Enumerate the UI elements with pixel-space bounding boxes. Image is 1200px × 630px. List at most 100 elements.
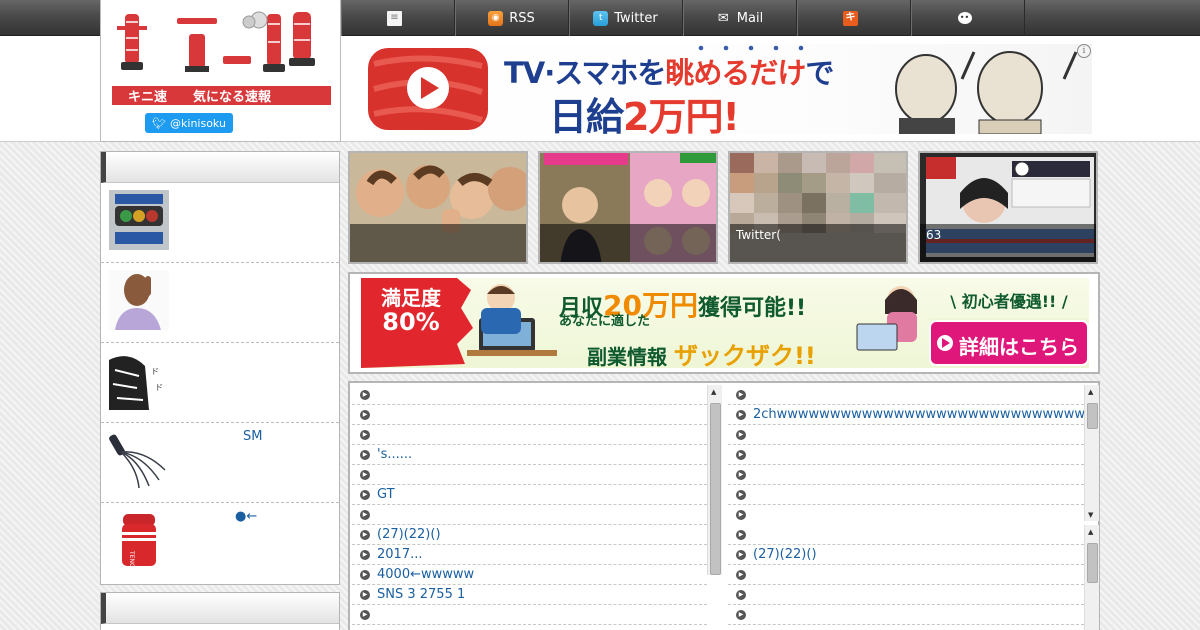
header-ad-banner[interactable]: TV·スマホを眺めるだけで 日給2万円! bbox=[364, 44, 1092, 134]
scroll-up-icon[interactable]: ▲ bbox=[1088, 388, 1093, 396]
list-item[interactable]: ▶ bbox=[728, 605, 1084, 625]
right-top-list-scrollbar[interactable]: ▲ ▼ bbox=[1084, 385, 1099, 521]
featured-tile-2[interactable] bbox=[538, 151, 718, 264]
list-item[interactable]: ▶ bbox=[728, 585, 1084, 605]
list-item[interactable]: ▶ bbox=[352, 385, 707, 405]
article-list-right-top[interactable]: ▶ ▶ 2chwwwwwwwwwwwwwwwwwwwwwwwwwwwwwwwwwww… bbox=[728, 385, 1084, 521]
featured-tile-3[interactable]: Twitter( bbox=[728, 151, 908, 264]
sidebar-item-3[interactable]: ド ド bbox=[101, 343, 339, 423]
twitter-handle: @kinisoku bbox=[170, 116, 226, 130]
list-item[interactable]: ▶ bbox=[728, 505, 1084, 521]
left-list-scrollbar[interactable]: ▲ bbox=[707, 385, 722, 575]
banner-cta-button[interactable]: 詳細はこちら bbox=[959, 331, 1079, 360]
banner-beginners: \ 初心者優遇!! / bbox=[950, 292, 1068, 311]
list-item[interactable]: ▶ bbox=[728, 385, 1084, 405]
list-item[interactable]: ▶ bbox=[352, 605, 707, 625]
featured-tile-4[interactable]: 63 bbox=[918, 151, 1098, 264]
sidebar-thumb-whip bbox=[109, 430, 169, 490]
featured-tile-1[interactable] bbox=[348, 151, 528, 264]
scrollbar-thumb[interactable] bbox=[1087, 543, 1098, 583]
scroll-up-icon[interactable]: ▲ bbox=[711, 388, 716, 396]
list-item[interactable]: ▶ SNS 3 2755 1 bbox=[352, 585, 707, 605]
nav-item-face[interactable]: •• bbox=[911, 0, 1025, 36]
ad-info-icon[interactable]: i bbox=[1077, 44, 1091, 58]
article-list-right-bottom[interactable]: ▶ ▶ (27)(22)() ▶ ▶ ▶ ▶ bbox=[728, 525, 1084, 630]
nav-item-twitter[interactable]: t Twitter bbox=[569, 0, 683, 36]
arrow-bullet-icon: ▶ bbox=[360, 569, 370, 580]
list-item[interactable]: ▶ 2chwwwwwwwwwwwwwwwwwwwwwwwwwwwwwwwwwwww… bbox=[728, 405, 1084, 425]
article-lists: ▶ ▶ ▶ ▶ 's...... ▶ ▶ GT ▶ ▶ (27)(22)() ▶ 2017... ▶ 400… bbox=[348, 381, 1100, 630]
right-bottom-list-scrollbar[interactable]: ▲ bbox=[1084, 525, 1099, 630]
list-item-link[interactable]: GT bbox=[377, 487, 395, 502]
list-item[interactable]: ▶ bbox=[728, 465, 1084, 485]
arrow-bullet-icon: ▶ bbox=[360, 509, 370, 520]
list-item[interactable]: ▶ 2017... bbox=[352, 545, 707, 565]
list-item[interactable]: ▶ bbox=[728, 445, 1084, 465]
mail-icon: ✉ bbox=[717, 10, 729, 26]
list-item[interactable]: ▶ bbox=[728, 485, 1084, 505]
sidebar-item-5[interactable]: TENGA ●← bbox=[101, 503, 339, 583]
sidebar-ranking-panel: ド ド SM TENGA ●← bbox=[100, 151, 340, 585]
list-item[interactable]: ▶ bbox=[728, 565, 1084, 585]
sidebar-panel-header bbox=[101, 152, 339, 183]
nav-item-document[interactable]: ≡ bbox=[341, 0, 455, 36]
list-item-link[interactable]: SNS 3 2755 1 bbox=[377, 587, 465, 602]
list-item[interactable]: ▶ (27)(22)() bbox=[728, 545, 1084, 565]
list-item[interactable]: ▶ bbox=[352, 625, 707, 630]
sidebar-item-4[interactable]: SM bbox=[101, 423, 339, 503]
list-item[interactable]: ▶ (27)(22)() bbox=[352, 525, 707, 545]
list-item[interactable]: ▶ bbox=[352, 465, 707, 485]
list-item-link[interactable]: 's...... bbox=[377, 447, 412, 462]
scroll-down-icon[interactable]: ▼ bbox=[1088, 511, 1093, 519]
scroll-up-icon[interactable]: ▲ bbox=[1088, 528, 1093, 536]
list-item[interactable]: ▶ bbox=[728, 425, 1084, 445]
list-item[interactable]: ▶ 4000←wwwww bbox=[352, 565, 707, 585]
rss-icon: ◉ bbox=[488, 10, 504, 26]
list-item[interactable]: ▶ 's...... bbox=[352, 445, 707, 465]
list-item[interactable]: ▶ GT bbox=[352, 485, 707, 505]
sidebar-second-panel bbox=[100, 592, 340, 630]
sidebar-item-text[interactable]: ●← bbox=[235, 509, 257, 524]
nav-item-label: Twitter bbox=[614, 10, 658, 26]
sidebar-thumb-traffic-signal bbox=[109, 190, 169, 250]
arrow-bullet-icon: ▶ bbox=[360, 389, 370, 400]
list-item-link[interactable]: (27)(22)() bbox=[753, 547, 817, 562]
side-job-banner-ad[interactable]: 満足度 80% 月収20万円獲得可能!! あなたに適した 副業情報 ザックザク!… bbox=[361, 278, 1089, 368]
sidebar-item-1[interactable] bbox=[101, 183, 339, 263]
sidebar-item-text[interactable]: SM bbox=[243, 429, 262, 444]
arrow-bullet-icon: ▶ bbox=[360, 469, 370, 480]
logo-site-name: キニ速 bbox=[128, 90, 168, 105]
featured-tile-caption: 63 bbox=[920, 224, 1096, 262]
sidebar-thumb-cup: TENGA bbox=[109, 510, 169, 570]
arrow-bullet-icon: ▶ bbox=[736, 569, 746, 580]
list-item-link[interactable]: (27)(22)() bbox=[377, 527, 441, 542]
whip-image bbox=[109, 430, 169, 490]
sidebar-item-2[interactable] bbox=[101, 263, 339, 343]
list-item-link[interactable]: 2chwwwwwwwwwwwwwwwwwwwwwwwwwwwwwwwwwwwww… bbox=[753, 407, 1084, 422]
arrow-bullet-icon: ▶ bbox=[360, 429, 370, 440]
arrow-bullet-icon: ▶ bbox=[736, 389, 746, 400]
arrow-bullet-icon: ▶ bbox=[736, 529, 746, 540]
arrow-bullet-icon: ▶ bbox=[736, 489, 746, 500]
list-item-link[interactable]: 4000←wwwww bbox=[377, 567, 474, 582]
article-list-left[interactable]: ▶ ▶ ▶ ▶ 's...... ▶ ▶ GT ▶ ▶ (27)(22)() ▶ 2017... ▶ 400… bbox=[352, 385, 707, 630]
list-item[interactable]: ▶ bbox=[352, 405, 707, 425]
arrow-bullet-icon: ▶ bbox=[360, 409, 370, 420]
list-item[interactable]: ▶ bbox=[728, 525, 1084, 545]
list-item[interactable]: ▶ bbox=[352, 505, 707, 525]
nav-item-rss[interactable]: ◉ RSS bbox=[455, 0, 569, 36]
arrow-bullet-icon: ▶ bbox=[736, 469, 746, 480]
list-item[interactable]: ▶ bbox=[728, 625, 1084, 630]
scrollbar-thumb[interactable] bbox=[710, 403, 721, 575]
site-logo[interactable]: キニ速 気になる速報 🐦︎ @kinisoku bbox=[100, 0, 341, 142]
nav-item-mail[interactable]: ✉ Mail bbox=[683, 0, 797, 36]
list-item-link[interactable]: 2017... bbox=[377, 547, 422, 562]
banner-ad-box: 満足度 80% 月収20万円獲得可能!! あなたに適した 副業情報 ザックザク!… bbox=[348, 272, 1100, 374]
nav-item-kinisoku[interactable]: キ bbox=[797, 0, 911, 36]
arrow-bullet-icon: ▶ bbox=[736, 509, 746, 520]
svg-text:ド: ド bbox=[151, 367, 159, 376]
list-item[interactable]: ▶ bbox=[352, 425, 707, 445]
banner-satisfaction: 満足度 80% bbox=[381, 286, 441, 336]
twitter-follow-button[interactable]: 🐦︎ @kinisoku bbox=[145, 113, 233, 133]
scrollbar-thumb[interactable] bbox=[1087, 403, 1098, 429]
